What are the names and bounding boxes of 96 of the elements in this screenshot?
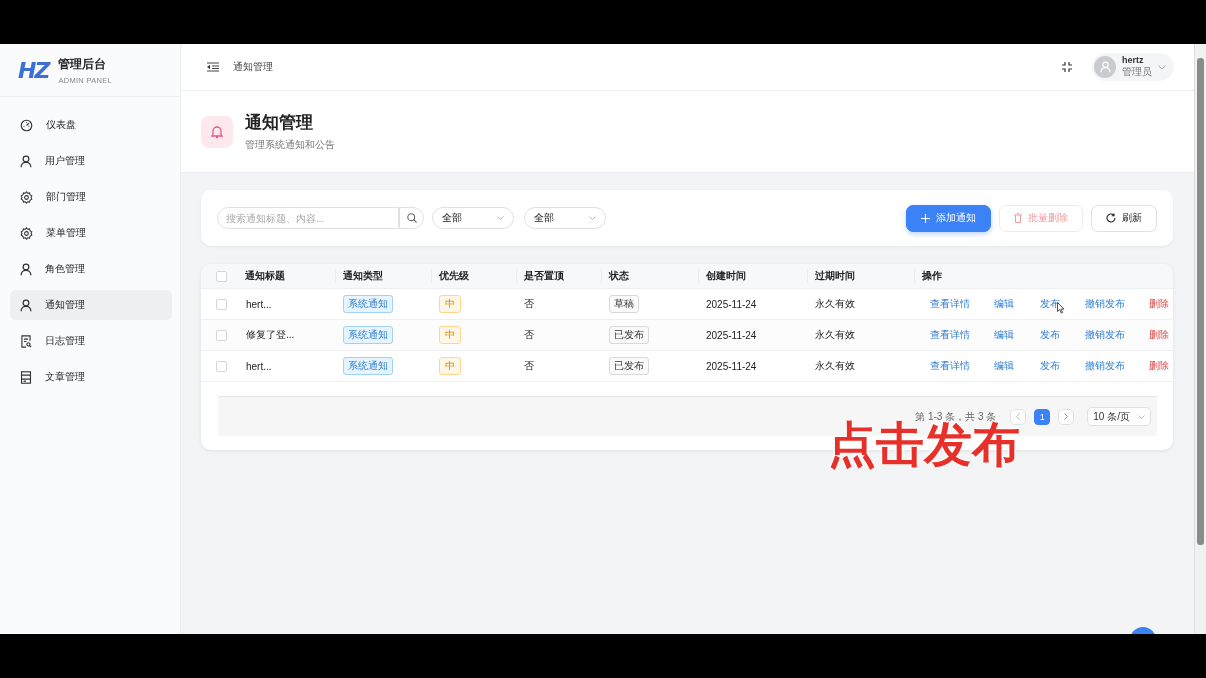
table-cell: 永久有效	[815, 297, 855, 311]
avatar	[1094, 56, 1116, 78]
column-header: 状态	[609, 269, 629, 283]
column-header: 是否置顶	[524, 269, 564, 283]
table-cell: 否	[524, 359, 534, 373]
table-cell: hert...	[246, 298, 272, 310]
action-link[interactable]: 查看详情	[930, 329, 970, 340]
sidebar-item[interactable]: 日志管理	[10, 326, 172, 356]
chevron-down-icon	[1138, 414, 1145, 419]
sidebar-item[interactable]: 通知管理	[10, 290, 172, 320]
action-link[interactable]: 撤销发布	[1085, 298, 1125, 309]
sidebar-item[interactable]: 文章管理	[10, 362, 172, 392]
action-link[interactable]: 撤销发布	[1085, 360, 1125, 371]
trash-icon	[1014, 213, 1022, 223]
gear-icon	[20, 226, 33, 240]
bell-icon	[201, 115, 233, 148]
table-cell: 永久有效	[815, 359, 855, 373]
pagination-summary: 第 1-3 条，共 3 条	[915, 409, 997, 422]
chevron-down-icon	[589, 216, 596, 220]
checkbox[interactable]	[216, 329, 227, 341]
action-link[interactable]: 编辑	[994, 298, 1014, 309]
table-cell: 2025-11-24	[706, 360, 757, 372]
gear-icon	[20, 190, 33, 204]
next-page-button[interactable]	[1058, 408, 1075, 425]
table-cell: 否	[524, 297, 534, 311]
refresh-button[interactable]: 刷新	[1091, 204, 1157, 232]
delete-link[interactable]: 删除	[1149, 298, 1169, 309]
user-name: hertz	[1122, 55, 1145, 65]
chevron-left-icon	[1016, 413, 1021, 420]
status-tag: 已发布	[609, 326, 649, 344]
status-tag: 已发布	[609, 357, 649, 375]
priority-tag: 中	[439, 295, 461, 313]
action-link[interactable]: 查看详情	[930, 298, 970, 309]
sidebar-item[interactable]: 用户管理	[10, 146, 172, 176]
sidebar-item[interactable]: 仪表盘	[10, 110, 172, 140]
refresh-icon	[1106, 213, 1116, 223]
table-cell: 永久有效	[815, 328, 855, 342]
column-header: 创建时间	[706, 269, 746, 283]
document-search-icon	[20, 334, 32, 348]
plus-icon	[921, 213, 930, 223]
search-icon	[406, 213, 417, 223]
user-icon	[20, 154, 32, 168]
column-header: 操作	[922, 269, 942, 283]
table-cell: 修复了登...	[246, 328, 295, 342]
caption: 点击发布	[828, 421, 1020, 469]
scrollbar[interactable]	[1194, 44, 1206, 634]
column-header: 通知类型	[343, 269, 383, 283]
logo: HZ	[18, 57, 49, 83]
checkbox[interactable]	[216, 270, 227, 282]
sidebar-item[interactable]: 角色管理	[10, 254, 172, 284]
add-button[interactable]: 添加通知	[906, 204, 991, 232]
chevron-down-icon	[497, 216, 504, 220]
sidebar-item[interactable]: 部门管理	[10, 182, 172, 212]
user-role: 管理员	[1122, 65, 1152, 79]
column-header: 过期时间	[815, 269, 855, 283]
priority-tag: 中	[439, 326, 461, 344]
delete-link[interactable]: 删除	[1149, 329, 1169, 340]
checkbox[interactable]	[216, 298, 227, 310]
page-subtitle: 管理系统通知和公告	[245, 138, 335, 152]
user-icon	[20, 298, 32, 312]
chevron-down-icon	[1158, 64, 1166, 70]
action-link[interactable]: 编辑	[994, 329, 1014, 340]
action-link[interactable]: 查看详情	[930, 360, 970, 371]
dashboard-icon	[20, 118, 33, 132]
user-menu[interactable]: hertz 管理员	[1092, 53, 1174, 81]
page-title: 通知管理	[245, 112, 314, 134]
search-field[interactable]: 搜索通知标题、内容...	[217, 207, 399, 229]
table-cell: 2025-11-24	[706, 329, 757, 341]
sidebar-item[interactable]: 菜单管理	[10, 218, 172, 248]
status-tag: 草稿	[609, 295, 639, 313]
priority-tag: 中	[439, 357, 461, 375]
app-title: 管理后台	[58, 55, 108, 73]
action-link[interactable]: 编辑	[994, 360, 1014, 371]
table-cell: 否	[524, 328, 534, 342]
search-button[interactable]	[399, 207, 424, 229]
action-link[interactable]: 撤销发布	[1085, 329, 1125, 340]
table-cell: hert...	[246, 360, 272, 372]
page-button[interactable]: 1	[1034, 408, 1051, 425]
chevron-right-icon	[1064, 413, 1069, 420]
column-header: 通知标题	[245, 269, 285, 283]
scrollbar-thumb[interactable]	[1197, 58, 1204, 545]
breadcrumb[interactable]: 通知管理	[233, 60, 273, 74]
menu-fold-icon[interactable]	[207, 62, 219, 72]
document-icon	[20, 370, 32, 384]
type-tag: 系统通知	[343, 295, 393, 313]
delete-link[interactable]: 删除	[1149, 360, 1169, 371]
action-link[interactable]: 发布	[1040, 360, 1060, 371]
type-tag: 系统通知	[343, 326, 393, 344]
fullscreen-icon[interactable]	[1062, 62, 1072, 72]
page-size-select[interactable]: 10 条/页	[1087, 407, 1151, 426]
column-header: 优先级	[439, 269, 469, 283]
table-cell: 2025-11-24	[706, 298, 757, 310]
type-tag: 系统通知	[343, 357, 393, 375]
checkbox[interactable]	[216, 360, 227, 372]
user-icon	[20, 262, 32, 276]
action-link[interactable]: 发布	[1040, 329, 1060, 340]
